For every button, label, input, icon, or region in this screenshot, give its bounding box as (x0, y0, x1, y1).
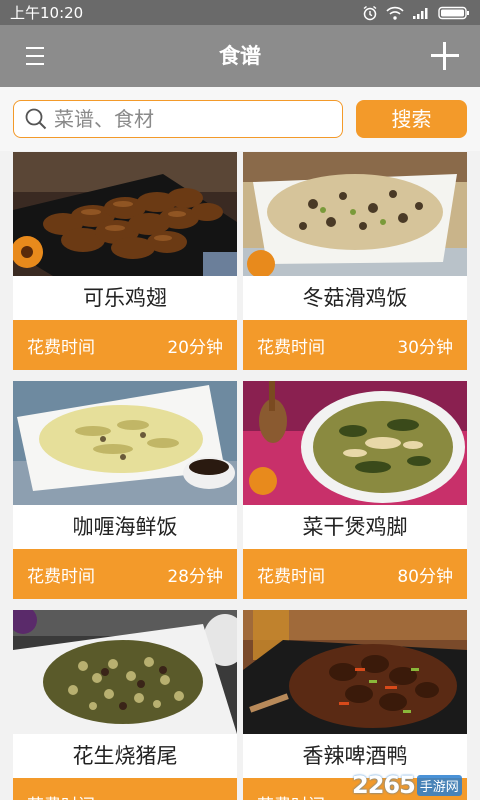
recipe-card-curry-seafood-rice[interactable]: 咖喱海鲜饭 花费时间 28分钟 (13, 381, 237, 599)
time-label: 花费时间 (257, 566, 325, 587)
recipe-photo (243, 152, 467, 276)
search-box[interactable] (13, 100, 343, 138)
alarm-icon (363, 5, 377, 20)
recipe-name: 花生烧猪尾 (72, 744, 178, 768)
recipe-time-bar: 花费时间 80分钟 (243, 549, 467, 599)
recipe-card-cola-chicken-wings[interactable]: 可乐鸡翅 花费时间 20分钟 (13, 152, 237, 370)
recipe-photo (13, 152, 237, 276)
recipe-time-bar: 花费时间 28分钟 (13, 549, 237, 599)
search-input[interactable] (54, 107, 334, 131)
status-bar: 上午10:20 (0, 0, 480, 25)
watermark-sub: 手游网 (416, 774, 462, 796)
recipe-name: 可乐鸡翅 (83, 286, 167, 310)
recipe-photo (13, 610, 237, 734)
time-value: 30分钟 (397, 337, 453, 358)
time-label: 花费时间 (27, 566, 95, 587)
recipe-name: 冬菇滑鸡饭 (302, 286, 408, 310)
recipe-photo (243, 610, 467, 734)
recipe-card-peanut-pig-tail[interactable]: 花生烧猪尾 花费时间 (13, 610, 237, 800)
wifi-icon (386, 6, 404, 20)
time-label: 花费时间 (257, 791, 325, 800)
recipe-time-bar: 花费时间 20分钟 (13, 320, 237, 370)
watermark: 2265 手游网 (352, 770, 480, 800)
search-icon (25, 108, 47, 130)
recipe-photo (13, 381, 237, 505)
recipe-card-mushroom-chicken-rice[interactable]: 冬菇滑鸡饭 花费时间 30分钟 (243, 152, 467, 370)
watermark-logo: 2265 (352, 771, 416, 799)
status-time: 上午10:20 (10, 4, 84, 22)
recipe-photo (243, 381, 467, 505)
add-button[interactable] (430, 41, 460, 71)
page-title: 食谱 (219, 44, 261, 68)
signal-icon (413, 7, 428, 19)
recipe-time-bar: 花费时间 30分钟 (243, 320, 467, 370)
search-bar: 搜索 (0, 87, 480, 151)
app-bar: 食谱 (0, 25, 480, 87)
recipe-card-dried-veg-chicken-feet[interactable]: 菜干煲鸡脚 花费时间 80分钟 (243, 381, 467, 599)
menu-icon (26, 47, 44, 49)
time-label: 花费时间 (257, 337, 325, 358)
time-label: 花费时间 (27, 337, 95, 358)
menu-button[interactable] (20, 43, 50, 69)
recipe-name: 咖喱海鲜饭 (72, 515, 178, 539)
time-label: 花费时间 (27, 791, 95, 800)
status-icons (362, 5, 470, 21)
recipe-name: 菜干煲鸡脚 (302, 515, 408, 539)
search-button[interactable]: 搜索 (356, 100, 467, 138)
battery-icon (438, 6, 469, 19)
time-value: 28分钟 (167, 566, 223, 587)
time-value: 20分钟 (167, 337, 223, 358)
time-value: 80分钟 (397, 566, 453, 587)
recipe-time-bar: 花费时间 (13, 778, 237, 800)
